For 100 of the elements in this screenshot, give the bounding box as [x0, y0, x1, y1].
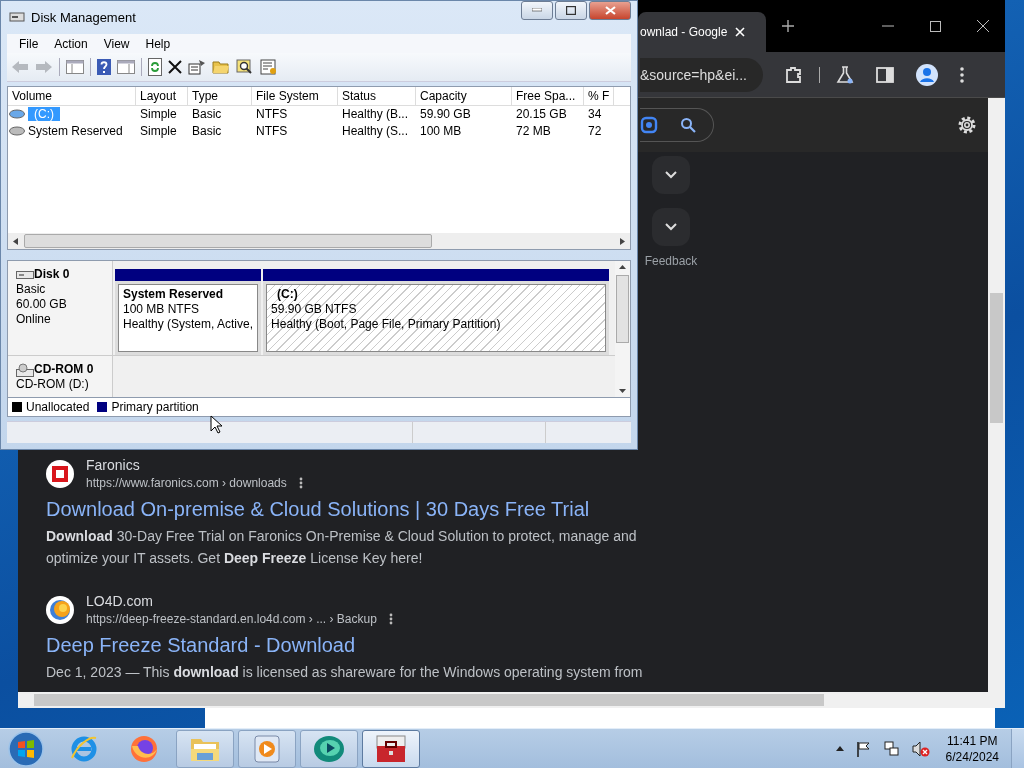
table-cell: NTFS	[256, 107, 288, 121]
more-icon[interactable]	[388, 613, 393, 625]
result-title-link[interactable]: Deep Freeze Standard - Download	[46, 634, 656, 657]
chevron-icon	[665, 223, 677, 231]
table-cell: Healthy (S...	[342, 124, 409, 138]
maximize-icon[interactable]	[930, 20, 941, 32]
expand-button[interactable]	[652, 156, 690, 194]
muted-speaker-icon[interactable]	[911, 740, 930, 757]
close-icon[interactable]	[977, 20, 989, 32]
result-url: https://deep-freeze-standard.en.lo4d.com › ... › Backup	[86, 612, 377, 626]
disk-name: Disk 0	[34, 267, 70, 283]
magnifier-icon[interactable]	[236, 58, 254, 75]
scroll-down-icon[interactable]	[619, 389, 626, 394]
column-header[interactable]: % F	[584, 86, 614, 105]
scrollbar[interactable]	[615, 261, 630, 398]
table-row[interactable]: (C:) Simple Basic NTFS Healthy (B... 59.90 GB 20.15 GB 34	[8, 105, 630, 123]
partition-block[interactable]: (C:) 59.90 GB NTFS Healthy (Boot, Page File, Primary Partition)	[266, 284, 606, 353]
menu-item[interactable]: Help	[137, 36, 179, 51]
clock[interactable]: 11:41 PM 6/24/2024	[945, 732, 999, 765]
pane-icon[interactable]	[117, 59, 135, 74]
expand-button[interactable]	[652, 208, 690, 246]
disk-name: CD-ROM 0	[34, 362, 94, 378]
column-header[interactable]: Volume	[8, 86, 136, 105]
scroll-thumb[interactable]	[616, 275, 629, 344]
partition-name: System Reserved	[123, 287, 225, 303]
settings-icon[interactable]	[956, 114, 978, 136]
search-icon[interactable]	[680, 117, 696, 133]
partition-block[interactable]: System Reserved 100 MB NTFS Healthy (System, Active,	[118, 284, 259, 353]
more-icon[interactable]	[298, 477, 303, 489]
table-row[interactable]: System Reserved Simple Basic NTFS Healthy (S... 100 MB 72 MB 72	[8, 122, 630, 140]
result-title-link[interactable]: Download On-premise & Cloud Solutions | 30 Days Free Trial	[46, 498, 656, 521]
column-header[interactable]: Free Spa...	[512, 86, 584, 105]
table-cell: Simple	[140, 107, 177, 121]
result-url: https://www.faronics.com › downloads	[86, 476, 287, 490]
column-header[interactable]: File System	[252, 86, 338, 105]
column-header[interactable]: Status	[338, 86, 416, 105]
table-cell: 100 MB	[420, 124, 462, 138]
column-header[interactable]: Layout	[136, 86, 188, 105]
help-icon[interactable]	[97, 58, 111, 75]
plus-icon[interactable]	[782, 20, 794, 32]
refresh-icon[interactable]	[148, 57, 162, 76]
partition-status: Healthy (Boot, Page File, Primary Partition)	[271, 317, 502, 333]
scrollbar[interactable]	[8, 233, 630, 250]
close-button[interactable]	[589, 1, 631, 20]
show-hidden-icons-icon[interactable]	[835, 746, 844, 751]
cd-drive-icon	[16, 362, 34, 377]
properties-icon[interactable]	[188, 58, 206, 75]
partition-name: (C:)	[276, 287, 299, 303]
start-button[interactable]	[8, 730, 44, 767]
partition-size: 59.90 GB NTFS	[271, 302, 358, 318]
result-snippet: Download 30-Day Free Trial on Faronics On-Premise & Cloud Solution to protect, manage and optimize your IT assets. Get Deep Freeze License Key here!	[46, 527, 638, 568]
taskbar-app[interactable]	[362, 729, 420, 768]
volume-name: (C:)	[28, 107, 60, 121]
legend-label: Primary partition	[111, 399, 199, 414]
media-player-icon	[254, 734, 280, 763]
delete-icon[interactable]	[168, 59, 182, 74]
volume-name: System Reserved	[28, 124, 123, 138]
scrollbar[interactable]	[18, 692, 1005, 708]
menu-item[interactable]: File	[11, 36, 47, 51]
flag-icon[interactable]	[855, 740, 872, 757]
network-icon[interactable]	[883, 740, 900, 757]
legend-label: Unallocated	[26, 399, 90, 414]
pane-icon[interactable]	[66, 59, 84, 74]
minimize-button[interactable]	[521, 1, 553, 20]
scroll-up-icon[interactable]	[619, 265, 626, 270]
address-bar[interactable]: &source=hp&ei...	[640, 57, 763, 92]
menu-item[interactable]: Action	[46, 36, 96, 51]
table-cell: 59.90 GB	[420, 107, 471, 121]
column-header[interactable]: Capacity	[416, 86, 512, 105]
column-header[interactable]: Type	[188, 86, 252, 105]
window-title: Disk Management	[31, 10, 136, 25]
drive-icon	[9, 126, 25, 136]
browser-tab[interactable]: ownlad - Google	[638, 12, 766, 52]
site-logo-icon	[46, 595, 74, 624]
side-panel-icon[interactable]	[876, 66, 894, 83]
scroll-thumb[interactable]	[34, 694, 824, 706]
table-cell: 72 MB	[516, 124, 551, 138]
scroll-thumb[interactable]	[990, 293, 1003, 423]
feedback-link[interactable]: Feedback	[644, 254, 698, 268]
scrollbar[interactable]	[988, 98, 1005, 692]
puzzle-icon[interactable]	[785, 65, 803, 84]
scroll-right-icon[interactable]	[620, 237, 625, 245]
disk-info: Basic	[16, 282, 47, 298]
more-icon[interactable]	[960, 66, 964, 83]
scroll-thumb[interactable]	[24, 234, 432, 249]
drive-icon	[9, 109, 25, 119]
site-logo-icon	[46, 459, 74, 488]
table-cell: Healthy (B...	[342, 107, 409, 121]
fox-globe-icon	[129, 733, 159, 764]
partition-status: Healthy (System, Active,	[123, 317, 254, 333]
table-cell: 72	[588, 124, 602, 138]
avatar-icon[interactable]	[916, 63, 938, 86]
table-cell: Basic	[192, 124, 222, 138]
disk-info: 60.00 GB	[16, 297, 68, 313]
maximize-icon	[566, 6, 576, 15]
flask-icon[interactable]	[836, 65, 854, 84]
camera-icon[interactable]	[640, 116, 658, 134]
menu-item[interactable]: View	[95, 36, 138, 51]
maximize-button[interactable]	[555, 1, 587, 20]
minimize-icon	[532, 8, 542, 13]
